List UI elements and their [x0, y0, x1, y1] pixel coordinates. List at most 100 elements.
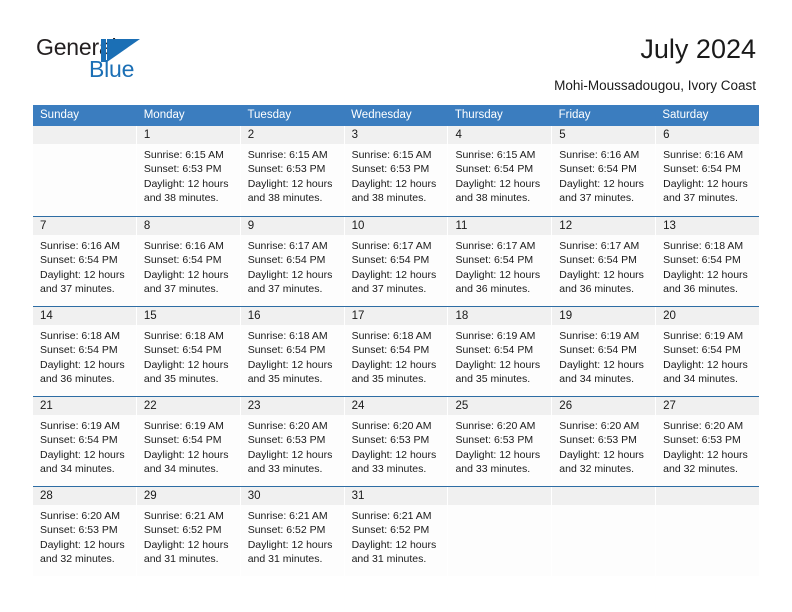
sunset-text: Sunset: 6:52 PM [143, 524, 222, 537]
calendar-cell-day-19[interactable]: 19 Sunrise: 6:19 AM Sunset: 6:54 PM Dayligh… [551, 307, 656, 396]
calendar-cell-day-1[interactable]: 1 Sunrise: 6:15 AM Sunset: 6:53 PM Daylight… [135, 126, 240, 216]
calendar-cell-day-16[interactable]: 16 Sunrise: 6:18 AM Sunset: 6:54 PM Dayligh… [239, 307, 344, 396]
calendar-cell-day-18[interactable]: 18 Sunrise: 6:19 AM Sunset: 6:54 PM Dayligh… [447, 307, 552, 396]
calendar-cell-day-23[interactable]: 23 Sunrise: 6:20 AM Sunset: 6:53 PM Dayligh… [239, 397, 344, 486]
calendar-cell-day-3[interactable]: 3 Sunrise: 6:15 AM Sunset: 6:53 PM Daylight… [343, 126, 448, 216]
day-number: 17 [351, 310, 365, 322]
day-detail-lines: Sunrise: 6:15 AM Sunset: 6:53 PM Daylight:… [137, 144, 240, 206]
daylight-text: and 36 minutes. [663, 283, 738, 296]
day-number-band: 22 [136, 397, 240, 415]
calendar-cell-day-2[interactable]: 2 Sunrise: 6:15 AM Sunset: 6:53 PM Daylight… [239, 126, 344, 216]
sunrise-text: Sunrise: 6:21 AM [351, 510, 432, 522]
sunset-text: Sunset: 6:54 PM [247, 254, 326, 267]
calendar-cell-day-29[interactable]: 29 Sunrise: 6:21 AM Sunset: 6:52 PM Dayligh… [135, 487, 240, 576]
calendar-cell-day-14[interactable]: 14 Sunrise: 6:18 AM Sunset: 6:54 PM Dayligh… [33, 307, 136, 396]
calendar-cell-day-15[interactable]: 15 Sunrise: 6:18 AM Sunset: 6:54 PM Dayligh… [135, 307, 240, 396]
sunrise-text: Sunrise: 6:16 AM [663, 149, 744, 161]
sunset-text: Sunset: 6:54 PM [247, 344, 326, 357]
calendar-cell-empty [33, 126, 136, 216]
sunrise-text: Sunrise: 6:15 AM [455, 149, 536, 161]
day-detail-lines: Sunrise: 6:18 AM Sunset: 6:54 PM Daylight:… [241, 325, 344, 387]
day-number: 23 [247, 400, 261, 412]
day-detail-lines [552, 505, 655, 509]
day-detail-lines: Sunrise: 6:20 AM Sunset: 6:53 PM Daylight:… [448, 415, 551, 477]
day-detail-lines [33, 144, 136, 148]
sunrise-text: Sunrise: 6:16 AM [40, 240, 120, 252]
day-number: 10 [351, 220, 365, 232]
sunrise-text: Sunrise: 6:20 AM [455, 420, 536, 432]
day-number-band: 12 [552, 217, 656, 235]
sunrise-text: Sunrise: 6:17 AM [351, 240, 432, 252]
calendar-cell-day-17[interactable]: 17 Sunrise: 6:18 AM Sunset: 6:54 PM Dayligh… [343, 307, 448, 396]
calendar-cell-day-24[interactable]: 24 Sunrise: 6:20 AM Sunset: 6:53 PM Dayligh… [343, 397, 448, 486]
calendar-cell-day-12[interactable]: 12 Sunrise: 6:17 AM Sunset: 6:54 PM Dayligh… [551, 217, 656, 306]
sunrise-text: Sunrise: 6:15 AM [143, 149, 224, 161]
sunrise-text: Sunrise: 6:17 AM [247, 240, 328, 252]
sunrise-text: Sunrise: 6:21 AM [247, 510, 328, 522]
calendar-cell-day-9[interactable]: 9 Sunrise: 6:17 AM Sunset: 6:54 PM Daylight… [239, 217, 344, 306]
daylight-text: Daylight: 12 hours [351, 448, 437, 461]
general-blue-logo[interactable]: General Blue [36, 34, 176, 86]
day-number-band: 19 [552, 307, 656, 325]
calendar-cell-empty [655, 487, 760, 576]
calendar-cell-day-31[interactable]: 31 Sunrise: 6:21 AM Sunset: 6:52 PM Dayligh… [343, 487, 448, 576]
calendar-cell-day-11[interactable]: 11 Sunrise: 6:17 AM Sunset: 6:54 PM Dayligh… [447, 217, 552, 306]
calendar-week-row: 14 Sunrise: 6:18 AM Sunset: 6:54 PM Dayligh… [33, 306, 760, 396]
day-number: 24 [351, 400, 365, 412]
day-number: 18 [455, 310, 469, 322]
day-detail-lines: Sunrise: 6:15 AM Sunset: 6:53 PM Daylight:… [345, 144, 448, 206]
daylight-text: Daylight: 12 hours [559, 448, 644, 461]
day-detail-lines: Sunrise: 6:20 AM Sunset: 6:53 PM Daylight:… [33, 505, 136, 567]
calendar-cell-day-7[interactable]: 7 Sunrise: 6:16 AM Sunset: 6:54 PM Daylight… [33, 217, 136, 306]
day-number: 21 [40, 400, 53, 412]
sunrise-text: Sunrise: 6:19 AM [40, 420, 120, 432]
daylight-text: Daylight: 12 hours [455, 448, 541, 461]
calendar-cell-day-22[interactable]: 22 Sunrise: 6:19 AM Sunset: 6:54 PM Dayligh… [135, 397, 240, 486]
daylight-text: and 32 minutes. [663, 463, 738, 476]
day-detail-lines: Sunrise: 6:17 AM Sunset: 6:54 PM Daylight:… [552, 235, 655, 297]
calendar-cell-day-30[interactable]: 30 Sunrise: 6:21 AM Sunset: 6:52 PM Dayligh… [239, 487, 344, 576]
daylight-text: Daylight: 12 hours [143, 177, 229, 190]
calendar-cell-day-25[interactable]: 25 Sunrise: 6:20 AM Sunset: 6:53 PM Dayligh… [447, 397, 552, 486]
sunset-text: Sunset: 6:54 PM [559, 254, 637, 267]
calendar-cell-day-21[interactable]: 21 Sunrise: 6:19 AM Sunset: 6:54 PM Dayligh… [33, 397, 136, 486]
day-number: 31 [351, 490, 365, 502]
daylight-text: and 34 minutes. [559, 373, 635, 386]
calendar-cell-day-27[interactable]: 27 Sunrise: 6:20 AM Sunset: 6:53 PM Dayligh… [655, 397, 760, 486]
day-number: 28 [40, 490, 53, 502]
weekday-header-thursday: Thursday [454, 109, 503, 121]
daylight-text: and 33 minutes. [351, 463, 427, 476]
daylight-text: and 38 minutes. [455, 192, 531, 205]
weekday-header-sunday: Sunday [40, 109, 80, 121]
daylight-text: and 35 minutes. [455, 373, 531, 386]
calendar-cell-day-20[interactable]: 20 Sunrise: 6:19 AM Sunset: 6:54 PM Dayligh… [655, 307, 760, 396]
daylight-text: and 31 minutes. [247, 553, 323, 566]
daylight-text: Daylight: 12 hours [455, 358, 541, 371]
calendar-cell-day-10[interactable]: 10 Sunrise: 6:17 AM Sunset: 6:54 PM Dayligh… [343, 217, 448, 306]
page-header: General Blue July 2024 Mohi-Moussadougou… [0, 0, 792, 98]
day-detail-lines: Sunrise: 6:21 AM Sunset: 6:52 PM Daylight:… [241, 505, 344, 567]
calendar-cell-day-28[interactable]: 28 Sunrise: 6:20 AM Sunset: 6:53 PM Dayligh… [33, 487, 136, 576]
sunset-text: Sunset: 6:54 PM [455, 163, 534, 176]
daylight-text: Daylight: 12 hours [40, 358, 125, 371]
day-detail-lines: Sunrise: 6:19 AM Sunset: 6:54 PM Daylight:… [137, 415, 240, 477]
calendar-cell-day-13[interactable]: 13 Sunrise: 6:18 AM Sunset: 6:54 PM Dayligh… [655, 217, 760, 306]
day-number-band [33, 126, 136, 144]
day-number: 11 [455, 220, 468, 232]
calendar-cell-day-5[interactable]: 5 Sunrise: 6:16 AM Sunset: 6:54 PM Daylight… [551, 126, 656, 216]
calendar-week-row: 28 Sunrise: 6:20 AM Sunset: 6:53 PM Dayligh… [33, 486, 760, 576]
day-detail-lines: Sunrise: 6:19 AM Sunset: 6:54 PM Daylight:… [656, 325, 759, 387]
calendar-cell-day-26[interactable]: 26 Sunrise: 6:20 AM Sunset: 6:53 PM Dayligh… [551, 397, 656, 486]
sunset-text: Sunset: 6:53 PM [351, 163, 430, 176]
calendar-cell-day-4[interactable]: 4 Sunrise: 6:15 AM Sunset: 6:54 PM Daylight… [447, 126, 552, 216]
calendar-week-row: 7 Sunrise: 6:16 AM Sunset: 6:54 PM Daylight… [33, 216, 760, 306]
day-number-band: 1 [136, 126, 240, 144]
sunset-text: Sunset: 6:53 PM [247, 163, 326, 176]
calendar-cell-day-6[interactable]: 6 Sunrise: 6:16 AM Sunset: 6:54 PM Daylight… [655, 126, 760, 216]
day-number-band: 31 [344, 487, 448, 505]
sunset-text: Sunset: 6:54 PM [40, 434, 118, 447]
sunrise-text: Sunrise: 6:18 AM [247, 330, 328, 342]
calendar-cell-day-8[interactable]: 8 Sunrise: 6:16 AM Sunset: 6:54 PM Daylight… [135, 217, 240, 306]
day-number-band: 7 [33, 217, 136, 235]
sunset-text: Sunset: 6:52 PM [247, 524, 326, 537]
